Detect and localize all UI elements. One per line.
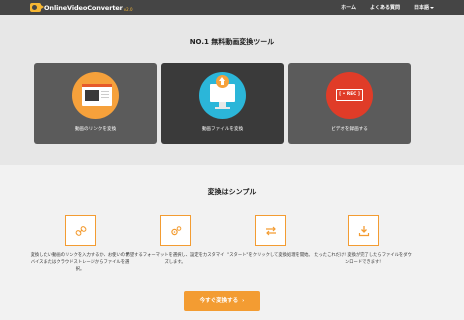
card-convert-file[interactable]: 動画ファイルを変換: [161, 63, 284, 144]
top-header: OnlineVideoConverter v2.0 ホーム よくある質問 日本語: [0, 0, 464, 15]
logo-version: v2.0: [123, 6, 133, 12]
convert-now-label: 今すぐ変換する: [199, 298, 239, 304]
card-label: 動画ファイルを変換: [201, 127, 244, 132]
card-record-video[interactable]: [ • REC ] ビデオを録画する: [288, 63, 411, 144]
upload-arrow-icon: [216, 75, 229, 88]
convert-now-button[interactable]: 今すぐ変換する ›: [184, 291, 260, 311]
convert-arrows-icon: [254, 215, 286, 246]
nav-language[interactable]: 日本語: [414, 4, 434, 11]
page: OnlineVideoConverter v2.0 ホーム よくある質問 日本語…: [0, 0, 464, 320]
step-text: "スタート"をクリックして変換処理を開始。: [227, 253, 313, 258]
step-download: たったこれだけ! 変換が完了したらファイルをダウンロードできます!: [313, 215, 413, 266]
record-icon: [ • REC ]: [326, 72, 373, 119]
site-logo[interactable]: OnlineVideoConverter v2.0: [30, 3, 133, 12]
download-icon: [347, 215, 379, 246]
link-icon: [64, 215, 96, 246]
browser-window-icon: [82, 84, 112, 106]
card-label: ビデオを録画する: [331, 127, 368, 132]
upload-file-icon: [199, 72, 246, 119]
chevron-right-icon: ›: [242, 298, 245, 304]
step-choose-format: 希望するフォーマットを選択し、設定をカスタマイズします。: [125, 215, 225, 266]
nav-language-label: 日本語: [413, 5, 429, 11]
step-select-source: 変換したい動画のリンクを入力するか、お使いのデバイスまたはクラウドストレージから…: [30, 215, 130, 273]
step-text: 変換したい動画のリンクを入力するか、お使いのデバイスまたはクラウドストレージから…: [30, 253, 130, 272]
card-convert-link[interactable]: 動画のリンクを変換: [34, 63, 157, 144]
card-label: 動画のリンクを変換: [74, 127, 117, 132]
hero-section: NO.1 無料動画変換ツール 動画のリンクを変換 動画ファイルを変換 [• R…: [0, 15, 464, 165]
camera-icon: [30, 3, 44, 12]
caret-down-icon: [430, 6, 434, 9]
main-nav: ホーム よくある質問 日本語: [341, 0, 434, 15]
step-text: 希望するフォーマットを選択し、設定をカスタマイズします。: [125, 253, 225, 265]
steps-title: 変換はシンプル: [207, 188, 257, 196]
rec-label: [ • REC ]: [336, 89, 363, 101]
step-start-convert: "スタート"をクリックして変換処理を開始。: [220, 215, 320, 259]
hero-title: NO.1 無料動画変換ツール: [189, 38, 275, 46]
link-convert-icon: [72, 72, 119, 119]
logo-text: OnlineVideoConverter: [44, 3, 123, 12]
nav-home[interactable]: ホーム: [341, 4, 356, 11]
nav-faq[interactable]: よくある質問: [370, 4, 400, 11]
step-text: たったこれだけ! 変換が完了したらファイルをダウンロードできます!: [314, 253, 412, 265]
settings-icon: [159, 215, 191, 246]
